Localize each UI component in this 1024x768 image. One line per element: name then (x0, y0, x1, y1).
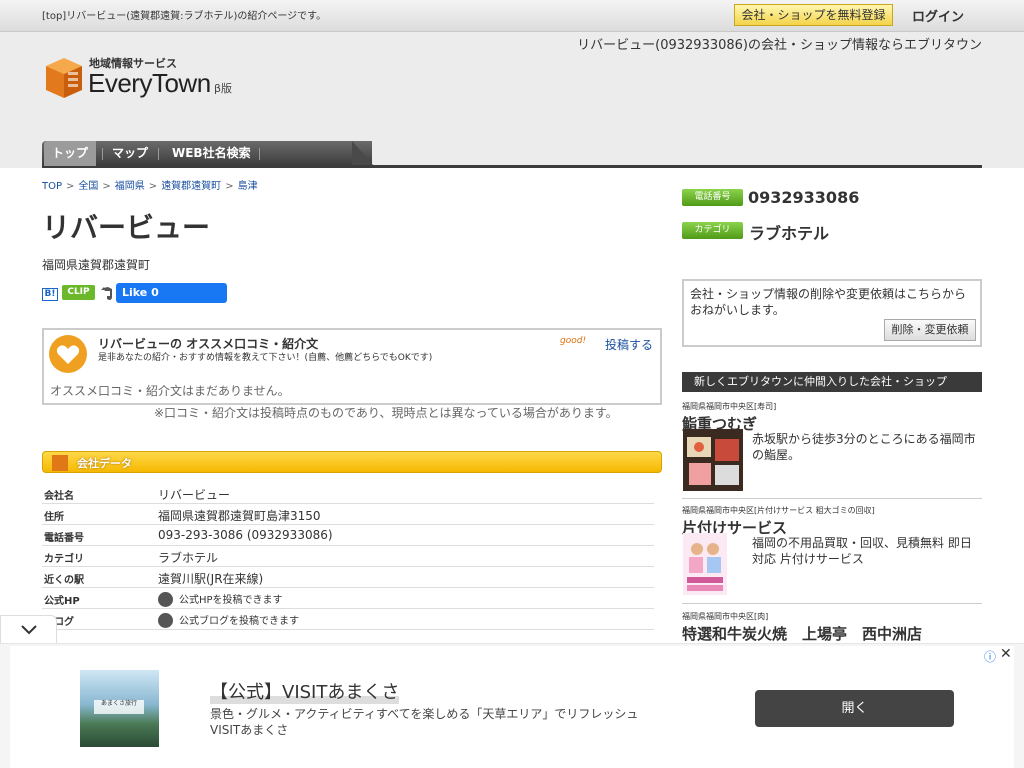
breadcrumb-top[interactable]: TOP (42, 181, 62, 192)
shop-description: 福岡の不用品買取・回収、見積無料 即日対応 片付けサービス (752, 536, 972, 566)
review-note: ※口コミ・紹介文は投稿時点のものであり、現時点とは異なっている場合があります。 (154, 406, 618, 420)
company-data-header: 会社データ (42, 451, 662, 473)
list-item[interactable]: 福岡県福岡市中央区[寿司] 鮨重つむぎ 赤坂駅から徒歩3分のところにある福岡市の… (682, 401, 982, 499)
list-item[interactable]: 福岡県福岡市中央区[片付けサービス 粗大ゴミの回収] 片付けサービス 福岡の不用… (682, 505, 982, 604)
ad-body: 景色・グルメ・アクティビティすべてを楽しめる「天草エリア」でリフレッシュ VIS… (210, 707, 639, 737)
row-value-station-link[interactable]: 遠賀川駅(JR在来線) (158, 570, 263, 587)
row-value: リバービュー (158, 488, 231, 502)
table-row: 近くの駅 遠賀川駅(JR在来線) (42, 567, 654, 588)
post-review-link[interactable]: 投稿する (605, 336, 653, 353)
row-key: 公式HP (44, 596, 80, 607)
review-empty-text: オススメ口コミ・紹介文はまだありません。 (50, 384, 290, 398)
change-request-box: 会社・ショップ情報の削除や変更依頼はこちらからおねがいします。 削除・変更依頼 (682, 279, 982, 347)
company-table: 会社名 リバービュー 住所 福岡県遠賀郡遠賀町島津3150 電話番号 093-2… (42, 483, 654, 630)
row-key: 電話番号 (44, 533, 84, 544)
row-value: 福岡県遠賀郡遠賀町島津3150 (158, 509, 321, 523)
clip-button[interactable]: CLIP (62, 285, 95, 300)
logo-beta: β版 (214, 82, 233, 95)
site-logo[interactable]: 地域情報サービス EveryTown β版 (44, 54, 244, 102)
breadcrumb: TOP > 全国 > 福岡県 > 遠賀郡遠賀町 > 島津 (42, 181, 258, 192)
change-request-button[interactable]: 削除・変更依頼 (884, 319, 976, 341)
breadcrumb-zenkoku[interactable]: 全国 (78, 181, 98, 192)
evernote-icon[interactable] (99, 285, 115, 301)
nav-tab-top[interactable]: トップ (44, 141, 97, 166)
table-row: 公式HP 公式HPを投稿できます (42, 588, 654, 609)
header-tagline: リバービュー(0932933086)の会社・ショップ情報ならエブリタウン (577, 38, 982, 53)
category-badge: カテゴリ (682, 222, 743, 239)
main-nav: トップ マップ WEB社名検索 (42, 141, 982, 168)
hp-post-text: 公式HPを投稿できます (179, 595, 283, 606)
row-key: 会社名 (44, 491, 74, 502)
shop-location: 福岡県福岡市中央区[寿司] (682, 402, 777, 411)
logo-box-icon (46, 58, 82, 98)
breadcrumb-fukuoka[interactable]: 福岡県 (115, 181, 145, 192)
ad-collapse-toggle[interactable] (0, 615, 57, 643)
shop-location: 福岡県福岡市中央区[肉] (682, 612, 769, 621)
row-value: 093-293-3086 (0932933086) (158, 528, 333, 542)
ad-image[interactable]: あまくさ旅行 (80, 670, 159, 747)
site-header: リバービュー(0932933086)の会社・ショップ情報ならエブリタウン 地域情… (0, 32, 1024, 168)
breadcrumb-onga[interactable]: 遠賀郡遠賀町 (161, 181, 221, 192)
cube-icon (52, 455, 68, 471)
top-bar: [top]リバービュー(遠賀郡遠賀:ラブホテル)の紹介ページです。 会社・ショッ… (0, 0, 1024, 32)
new-shops-header: 新しくエブリタウンに仲間入りした会社・ショップ (682, 372, 982, 392)
shop-description: 赤坂駅から徒歩3分のところにある福岡市の鮨屋。 (752, 432, 976, 462)
row-key: 近くの駅 (44, 575, 84, 586)
ad-image-caption: あまくさ旅行 (94, 700, 144, 714)
logo-wordmark: EveryTown (88, 68, 211, 98)
page-title: リバービュー (42, 211, 211, 244)
row-value-hp[interactable]: 公式HPを投稿できます (158, 591, 283, 607)
blog-post-text: 公式ブログを投稿できます (179, 616, 299, 627)
rss-icon (158, 613, 173, 628)
phone-badge: 電話番号 (682, 189, 743, 206)
social-buttons: B! CLIP Like 0 (42, 283, 342, 303)
category-value: ラブホテル (749, 224, 830, 243)
ad-open-button[interactable]: 開く (755, 690, 954, 727)
row-value-blog[interactable]: 公式ブログを投稿できます (158, 612, 299, 628)
review-box: リバービューの オススメ口コミ・紹介文 是非あなたの紹介・おすすめ情報を教えて下… (42, 328, 662, 405)
shop-location: 福岡県福岡市中央区[片付けサービス 粗大ゴミの回収] (682, 506, 875, 515)
table-row: 住所 福岡県遠賀郡遠賀町島津3150 (42, 504, 654, 525)
heart-hand-icon (49, 335, 87, 373)
nav-tab-web-search[interactable]: WEB社名検索 (172, 141, 251, 166)
chevron-down-icon (21, 625, 37, 635)
phone-number: 0932933086 (748, 188, 860, 207)
company-data-title: 会社データ (77, 457, 132, 470)
ad-banner: あまくさ旅行 【公式】VISITあまくさ 景色・グルメ・アクティビティすべてを楽… (0, 643, 1024, 768)
home-icon (158, 592, 173, 607)
nav-tab-map[interactable]: マップ (112, 141, 148, 166)
facebook-like-button[interactable]: Like 0 (116, 283, 227, 303)
shop-name[interactable]: 特選和牛炭火焼 上場亭 西中洲店 (682, 623, 982, 644)
table-row: カテゴリ ラブホテル (42, 546, 654, 567)
change-request-text: 会社・ショップ情報の削除や変更依頼はこちらからおねがいします。 (690, 287, 967, 317)
ad-info-icon[interactable]: ⓘ (984, 648, 996, 665)
shop-area: 福岡県遠賀郡遠賀町 (42, 258, 151, 272)
list-item[interactable]: 福岡県福岡市中央区[肉] 特選和牛炭火焼 上場亭 西中洲店 (682, 611, 982, 644)
row-value-category-link[interactable]: ラブホテル (158, 549, 218, 566)
ad-close-icon[interactable]: ✕ (1000, 646, 1012, 662)
page-intro-text: [top]リバービュー(遠賀郡遠賀:ラブホテル)の紹介ページです。 (42, 11, 327, 22)
login-link[interactable]: ログイン (912, 6, 964, 25)
register-button[interactable]: 会社・ショップを無料登録 (734, 4, 893, 26)
cleanup-service-photo (683, 533, 727, 595)
table-row: 電話番号 093-293-3086 (0932933086) (42, 525, 654, 546)
good-thumb-icon: good! (560, 336, 587, 346)
hatena-bookmark-button[interactable]: B! (42, 288, 58, 301)
row-key: 住所 (44, 512, 64, 523)
review-subtitle: 是非あなたの紹介・おすすめ情報を教えて下さい！(自薦、他薦どちらでもOKです) (98, 353, 433, 363)
table-row: ブログ 公式ブログを投稿できます (42, 609, 654, 630)
ad-title[interactable]: 【公式】VISITあまくさ (210, 678, 400, 704)
sushi-photo (683, 429, 743, 491)
table-row: 会社名 リバービュー (42, 483, 654, 504)
breadcrumb-shimazu[interactable]: 島津 (238, 181, 258, 192)
facebook-like-label: Like 0 (122, 286, 159, 299)
row-key: カテゴリ (44, 554, 84, 565)
